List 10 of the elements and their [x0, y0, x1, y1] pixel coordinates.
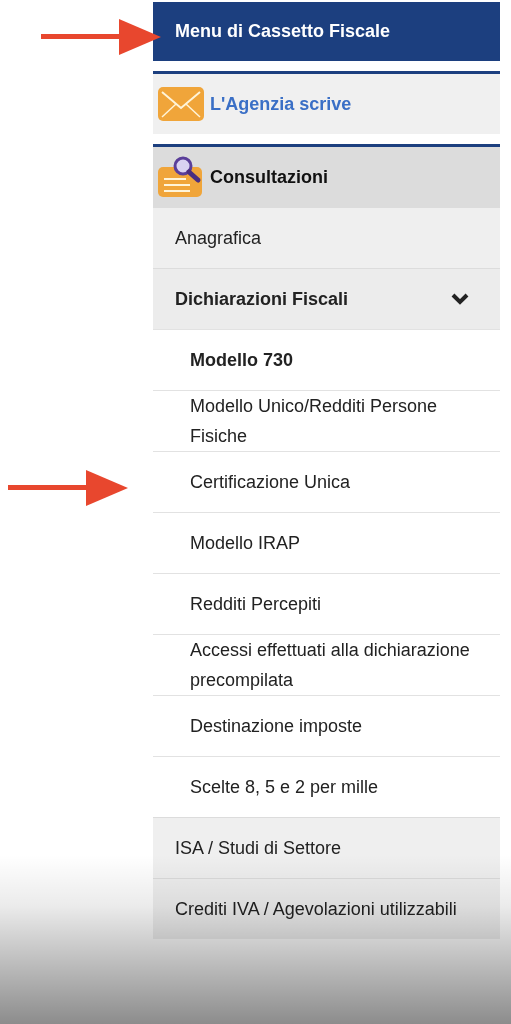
chevron-icon — [450, 292, 470, 306]
menu-item[interactable]: Dichiarazioni Fiscali — [153, 268, 500, 329]
menu-item[interactable]: ISA / Studi di Settore — [153, 817, 500, 878]
section-header[interactable]: L'Agenzia scrive — [153, 71, 500, 134]
envelope-icon — [156, 84, 206, 124]
menu-title: Menu di Cassetto Fiscale — [175, 21, 391, 42]
menu-item[interactable]: Anagrafica — [153, 207, 500, 268]
section-link: L'Agenzia scrive — [210, 93, 352, 115]
section-title: Consultazioni — [210, 166, 328, 188]
menu-item[interactable]: Crediti IVA / Agevolazioni utilizzabili — [153, 878, 500, 939]
